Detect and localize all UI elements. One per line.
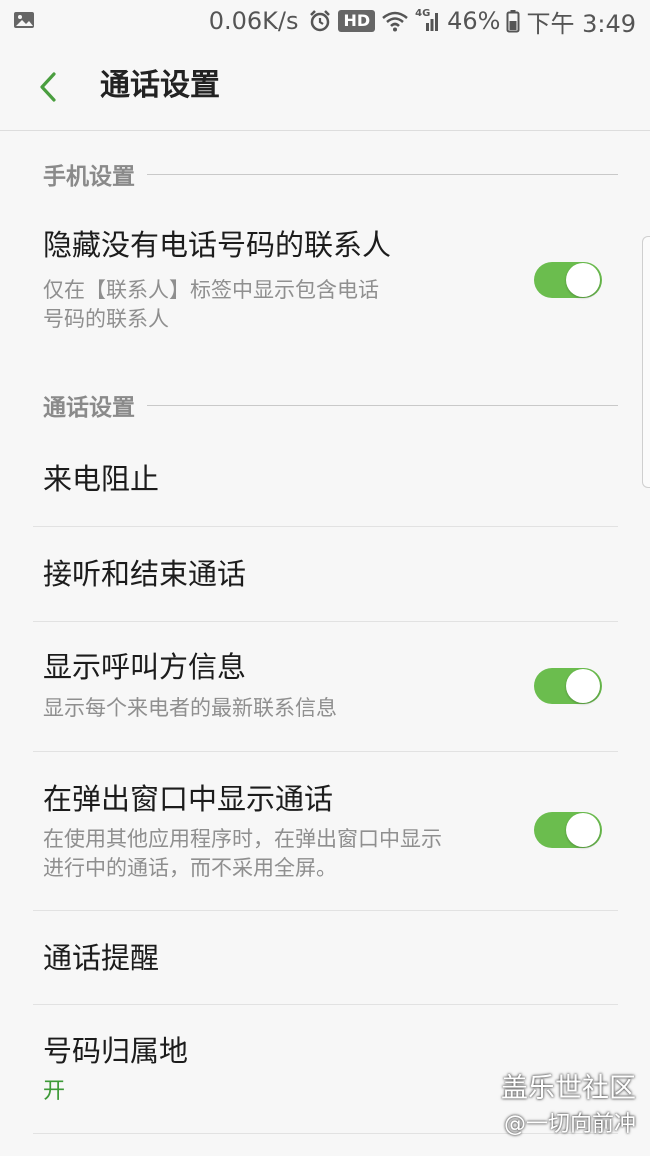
setting-answer-end-calls[interactable]: 接听和结束通话 [0,527,650,621]
setting-summary-line1: 在使用其他应用程序时，在弹出窗口中显示 [43,827,442,851]
battery-percent: 46% [447,7,501,35]
setting-title: 来电阻止 [43,462,160,496]
setting-title: 显示呼叫方信息 [43,650,247,684]
alarm-icon [310,10,331,32]
setting-summary: 显示每个来电者的最新联系信息 [43,696,337,720]
watermark-author: @一切向前冲 [503,1112,636,1137]
app-bar: 通话设置 [0,42,650,131]
signal-icon: 4G [415,9,441,33]
clock: 下午 3:49 [526,9,636,38]
toggle-knob [566,813,600,847]
setting-title: 在弹出窗口中显示通话 [43,782,334,816]
caller-info-toggle[interactable] [534,668,602,704]
hide-contacts-toggle[interactable] [534,262,602,298]
setting-summary-line2: 进行中的通话，而不采用全屏。 [43,856,337,880]
hd-badge: HD [338,10,376,32]
setting-call-reminder[interactable]: 通话提醒 [0,911,650,1004]
page-title: 通话设置 [100,68,220,103]
section-header-phone: 手机设置 [43,159,618,190]
status-right: 0.06K/s HD 4G 46% 下午 3:49 [209,0,636,42]
setting-title: 接听和结束通话 [43,557,247,591]
setting-summary-line1: 仅在【联系人】标签中显示包含电话 [43,278,379,302]
section-label: 手机设置 [43,164,135,190]
watermark-title: 盖乐世社区 [501,1073,636,1104]
toggle-knob [566,669,600,703]
section-rule [147,404,618,406]
section-label: 通话设置 [43,395,135,421]
setting-title: 号码归属地 [43,1034,189,1068]
setting-title: 隐藏没有电话号码的联系人 [43,228,392,262]
net-speed: 0.06K/s [208,7,299,35]
setting-summary-line2: 号码的联系人 [43,307,169,331]
section-header-call: 通话设置 [43,390,618,421]
scrollbar[interactable] [642,236,650,488]
setting-call-blocking[interactable]: 来电阻止 [0,432,650,526]
setting-hide-contacts-without-number[interactable]: 隐藏没有电话号码的联系人 仅在【联系人】标签中显示包含电话 号码的联系人 [0,220,650,350]
setting-value: 开 [43,1079,66,1104]
status-bar: 0.06K/s HD 4G 46% 下午 3:49 [0,0,650,42]
setting-title: 通话提醒 [43,941,160,975]
popup-call-toggle[interactable] [534,812,602,848]
chevron-left-icon[interactable] [34,70,64,104]
toggle-knob [566,263,600,297]
setting-popup-call[interactable]: 在弹出窗口中显示通话 在使用其他应用程序时，在弹出窗口中显示 进行中的通话，而不… [0,752,650,910]
setting-show-caller-info[interactable]: 显示呼叫方信息 显示每个来电者的最新联系信息 [0,622,650,751]
battery-icon [506,10,520,33]
gallery-icon [14,12,34,28]
wifi-icon [382,11,408,32]
section-rule [147,173,618,175]
